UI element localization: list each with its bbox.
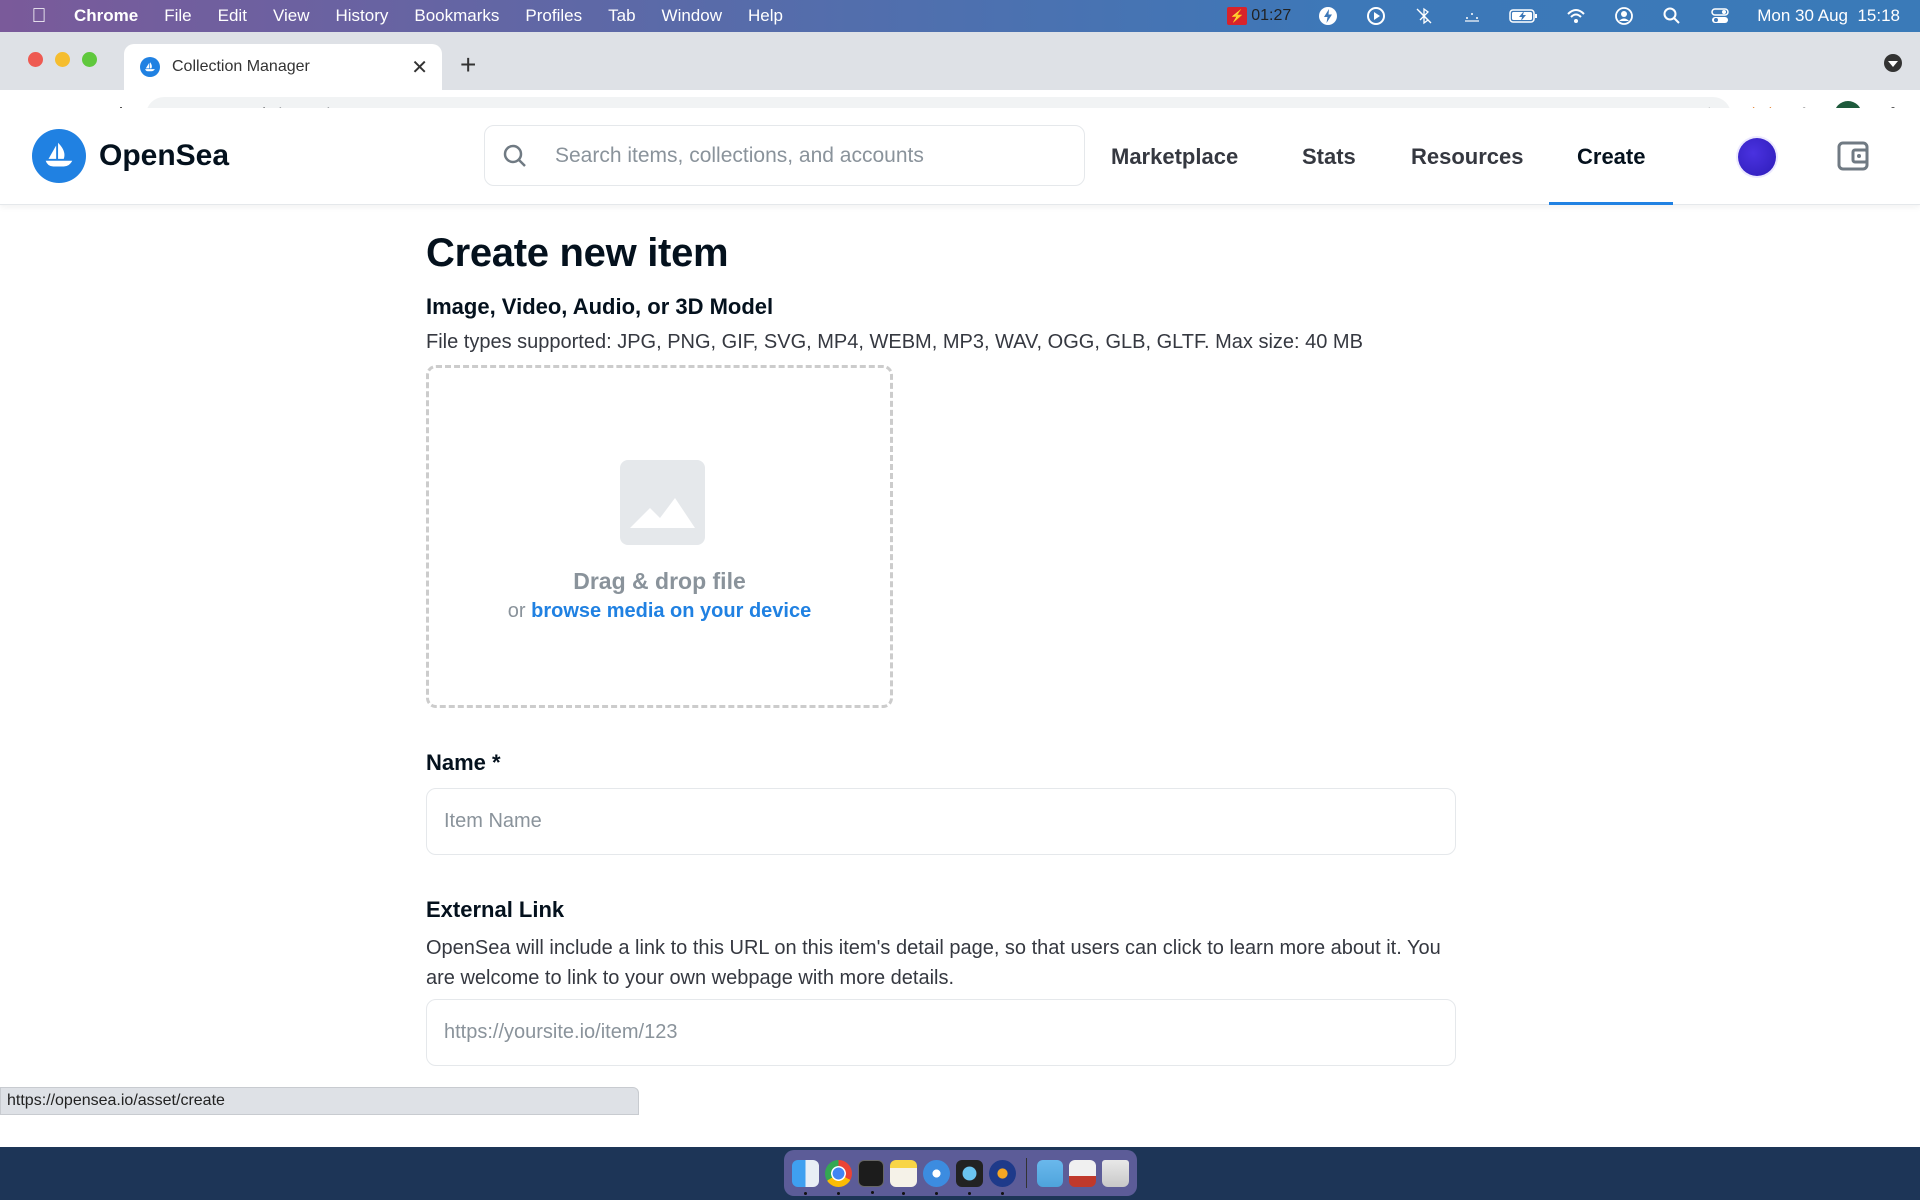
tab-strip: Collection Manager ✕ +	[0, 32, 1920, 90]
link-status-bubble: https://opensea.io/asset/create	[0, 1087, 639, 1115]
menu-history[interactable]: History	[335, 6, 388, 26]
nav-create[interactable]: Create	[1548, 108, 1675, 205]
maximize-window-button[interactable]	[82, 52, 97, 67]
menu-file[interactable]: File	[164, 6, 191, 26]
opensea-logo[interactable]: OpenSea	[32, 129, 229, 183]
dock-terminal-icon[interactable]	[857, 1159, 885, 1194]
bluetooth-off-icon[interactable]	[1413, 5, 1435, 27]
create-item-form: Create new item Image, Video, Audio, or …	[426, 205, 1456, 1066]
tab-search-icon[interactable]	[1884, 54, 1902, 72]
search-input[interactable]	[555, 143, 1055, 168]
recording-icon: ⚡	[1227, 7, 1248, 25]
opensea-page: OpenSea Marketplace Stats Resources Crea…	[0, 108, 1920, 1115]
search-icon	[501, 142, 529, 170]
tab-title: Collection Manager	[172, 58, 310, 75]
menu-edit[interactable]: Edit	[218, 6, 247, 26]
dock-safari-icon[interactable]	[923, 1159, 950, 1195]
media-file-types: File types supported: JPG, PNG, GIF, SVG…	[426, 331, 1363, 353]
site-header: OpenSea Marketplace Stats Resources Crea…	[0, 108, 1920, 205]
brand-name: OpenSea	[99, 139, 230, 172]
dock-quicktime-icon[interactable]	[956, 1159, 983, 1195]
item-name-input[interactable]	[426, 788, 1456, 855]
macos-dock	[784, 1150, 1137, 1196]
image-placeholder-icon	[620, 460, 705, 545]
menu-view[interactable]: View	[273, 6, 310, 26]
drag-drop-title: Drag & drop file	[573, 568, 746, 594]
wallet-icon[interactable]	[1836, 139, 1870, 173]
macos-menu-bar:  Chrome File Edit View History Bookmark…	[0, 0, 1920, 32]
external-link-input[interactable]	[426, 999, 1456, 1066]
menu-app-name[interactable]: Chrome	[74, 6, 138, 26]
recording-time: 01:27	[1251, 7, 1292, 24]
control-center-icon[interactable]	[1709, 5, 1731, 27]
drag-drop-subtitle: or browse media on your device	[429, 600, 890, 623]
screen-recording-indicator[interactable]: ⚡ 01:27	[1227, 7, 1291, 25]
nav-stats[interactable]: Stats	[1302, 108, 1356, 205]
dock-chrome-icon[interactable]	[824, 1159, 852, 1195]
account-avatar[interactable]	[1738, 138, 1776, 176]
window-controls	[28, 52, 97, 67]
nav-marketplace[interactable]: Marketplace	[1111, 108, 1238, 205]
search-box[interactable]	[484, 125, 1085, 186]
external-link-label: External Link	[426, 897, 565, 922]
new-tab-button[interactable]: +	[460, 49, 476, 81]
browser-tab-active[interactable]: Collection Manager ✕	[124, 44, 442, 90]
external-link-description: OpenSea will include a link to this URL …	[426, 937, 1441, 989]
opensea-logo-icon	[32, 129, 86, 183]
user-circle-icon[interactable]	[1613, 5, 1635, 27]
battery-charging-icon[interactable]	[1509, 5, 1539, 27]
page-title: Create new item	[426, 231, 729, 275]
amphetamine-icon[interactable]	[1317, 5, 1339, 27]
spotlight-search-icon[interactable]	[1661, 5, 1683, 27]
nav-resources[interactable]: Resources	[1411, 108, 1524, 205]
dock-amphetamine-icon[interactable]	[988, 1159, 1016, 1195]
wifi-icon[interactable]	[1565, 5, 1587, 27]
menubar-datetime[interactable]: Mon 30 Aug 15:18	[1757, 6, 1900, 26]
dock-finder-icon[interactable]	[792, 1159, 819, 1195]
dock-separator	[1025, 1158, 1027, 1188]
menu-window[interactable]: Window	[662, 6, 722, 26]
close-window-button[interactable]	[28, 52, 43, 67]
drag-drop-prefix: or	[507, 600, 526, 622]
menu-bookmarks[interactable]: Bookmarks	[414, 6, 499, 26]
dock-screenshot-icon[interactable]	[1069, 1159, 1097, 1187]
opensea-favicon-icon	[140, 57, 160, 77]
close-tab-icon[interactable]: ✕	[411, 55, 428, 80]
menu-tab[interactable]: Tab	[608, 6, 635, 26]
play-circle-icon[interactable]	[1365, 5, 1387, 27]
name-label: Name *	[426, 750, 501, 775]
menu-profiles[interactable]: Profiles	[525, 6, 582, 26]
dock-folder-icon[interactable]	[1036, 1159, 1064, 1187]
apple-menu-icon[interactable]: 	[28, 5, 50, 28]
media-dropzone[interactable]: Drag & drop file or browse media on your…	[426, 365, 893, 708]
dock-notes-icon[interactable]	[890, 1159, 918, 1195]
browse-media-link[interactable]: browse media on your device	[531, 600, 811, 622]
minimize-window-button[interactable]	[55, 52, 70, 67]
dots-icon[interactable]	[1461, 5, 1483, 27]
dock-trash-icon[interactable]	[1102, 1159, 1129, 1187]
menu-help[interactable]: Help	[748, 6, 783, 26]
media-label: Image, Video, Audio, or 3D Model	[426, 294, 774, 319]
